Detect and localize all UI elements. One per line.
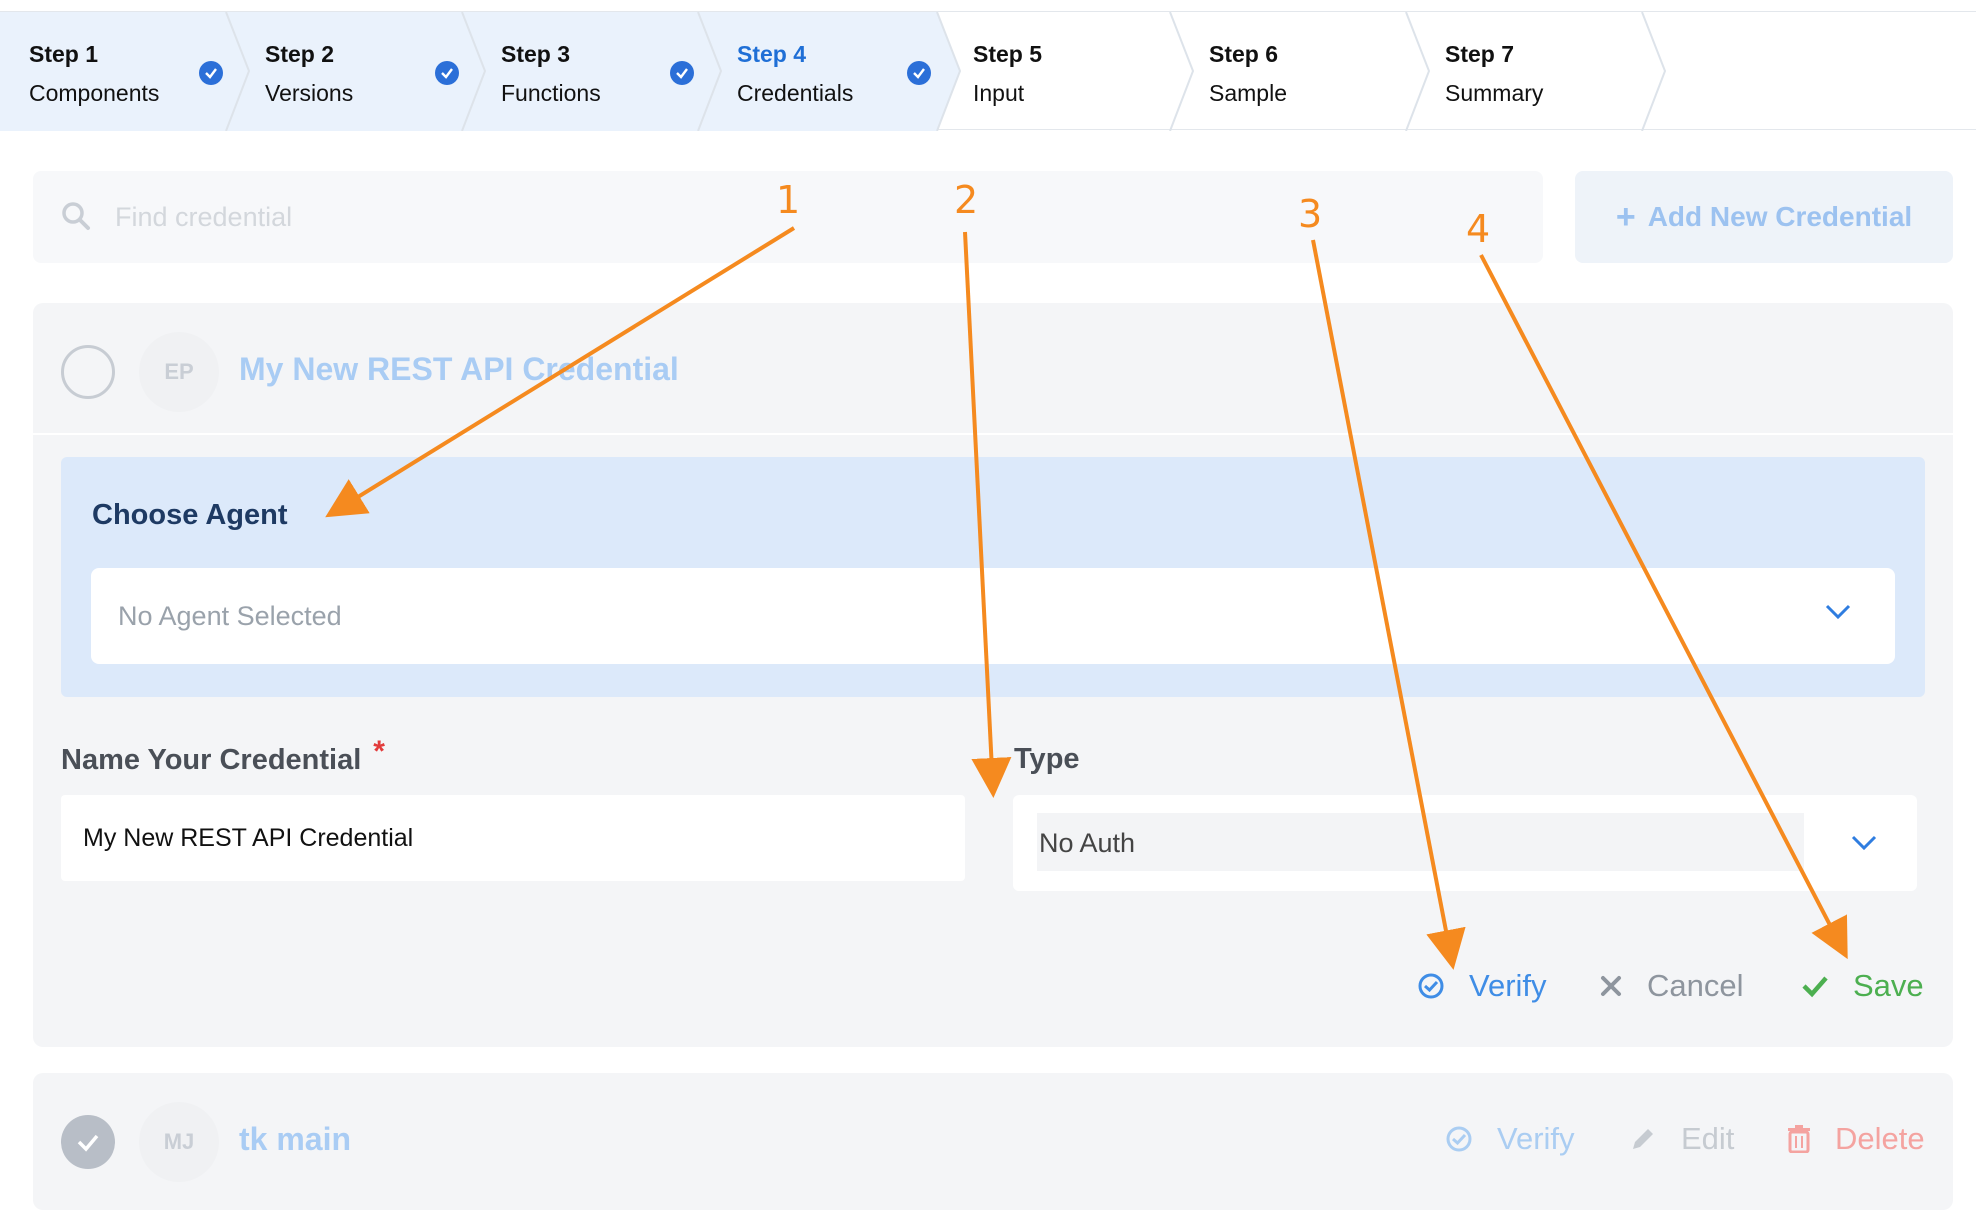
step-number: Step 1 [29, 41, 99, 67]
search-icon [61, 201, 91, 236]
step-label: Functions [501, 80, 601, 106]
step-number: Step 3 [501, 41, 571, 67]
step-input[interactable]: Step 5 Input [973, 12, 1042, 131]
credential-title: tk main [239, 1121, 352, 1157]
step-number: Step 4 [737, 41, 807, 67]
divider [33, 433, 1953, 435]
agent-dropdown-value: No Agent Selected [118, 601, 342, 631]
type-dropdown[interactable]: No Auth [1013, 795, 1917, 891]
cancel-button[interactable]: Cancel [1599, 968, 1744, 1004]
chevron-down-icon [1851, 835, 1877, 856]
credential-card-saved: MJ tk main Verify Edit Delete [33, 1073, 1953, 1210]
check-circle-icon [907, 61, 931, 85]
annotation-number-1: 1 [776, 178, 801, 222]
verify-button[interactable]: Verify [1445, 1121, 1575, 1157]
selected-check-icon[interactable] [61, 1115, 115, 1169]
step-credentials[interactable]: Step 4 Credentials [737, 12, 853, 131]
add-new-credential-label: Add New Credential [1647, 201, 1913, 232]
step-components[interactable]: Step 1 Components [29, 12, 159, 131]
credential-card-editing: EP My New REST API Credential Choose Age… [33, 303, 1953, 1047]
choose-agent-heading: Choose Agent [92, 499, 288, 531]
choose-agent-panel: Choose Agent No Agent Selected [61, 457, 1925, 697]
type-dropdown-value: No Auth [1037, 813, 1804, 871]
credential-title: My New REST API Credential [239, 351, 679, 387]
step-sample[interactable]: Step 6 Sample [1209, 12, 1287, 131]
step-label: Input [973, 80, 1025, 106]
verify-button[interactable]: Verify [1417, 968, 1547, 1004]
step-functions[interactable]: Step 3 Functions [501, 12, 601, 131]
verify-label: Verify [1469, 968, 1547, 1003]
chevron-down-icon [1825, 604, 1851, 625]
step-label: Summary [1445, 80, 1544, 106]
agent-dropdown[interactable]: No Agent Selected [91, 568, 1895, 664]
name-field-label: Name Your Credential * [61, 735, 385, 777]
step-label: Sample [1209, 80, 1287, 106]
check-circle-icon [435, 61, 459, 85]
annotation-number-3: 3 [1298, 192, 1323, 236]
name-field-label-text: Name Your Credential [61, 744, 362, 776]
verify-check-circle-icon [1417, 972, 1445, 1000]
verify-check-circle-icon [1445, 1125, 1473, 1153]
step-versions[interactable]: Step 2 Versions [265, 12, 353, 131]
edit-label: Edit [1681, 1121, 1735, 1156]
annotation-number-4: 4 [1466, 207, 1491, 251]
step-number: Step 5 [973, 41, 1043, 67]
avatar: EP [139, 332, 219, 412]
close-icon [1599, 974, 1623, 998]
delete-label: Delete [1835, 1121, 1925, 1156]
select-credential-radio[interactable] [61, 345, 115, 399]
wizard-stepper: Step 1 Components Step 2 Versions Step 3… [0, 11, 1976, 131]
type-field-label: Type [1014, 743, 1080, 775]
step-number: Step 2 [265, 41, 335, 67]
pencil-icon [1629, 1125, 1657, 1153]
step-label: Components [29, 80, 160, 106]
cancel-label: Cancel [1647, 968, 1744, 1003]
credential-name-input[interactable] [61, 795, 965, 881]
check-circle-icon [670, 61, 694, 85]
delete-button[interactable]: Delete [1787, 1121, 1925, 1157]
checkmark-icon [1801, 974, 1829, 998]
step-label: Credentials [737, 80, 854, 106]
verify-label: Verify [1497, 1121, 1575, 1156]
step-summary[interactable]: Step 7 Summary [1445, 12, 1543, 131]
save-button[interactable]: Save [1801, 968, 1924, 1004]
check-circle-icon [199, 61, 223, 85]
plus-icon: + [1615, 197, 1636, 236]
step-number: Step 6 [1209, 41, 1279, 67]
avatar: MJ [139, 1102, 219, 1182]
step-number: Step 7 [1445, 41, 1515, 67]
required-asterisk: * [373, 735, 385, 768]
annotation-number-2: 2 [954, 178, 979, 222]
edit-button[interactable]: Edit [1629, 1121, 1734, 1157]
step-label: Versions [265, 80, 354, 106]
add-new-credential-button[interactable]: + Add New Credential [1575, 171, 1953, 263]
save-label: Save [1853, 968, 1924, 1003]
trash-icon [1787, 1125, 1811, 1153]
